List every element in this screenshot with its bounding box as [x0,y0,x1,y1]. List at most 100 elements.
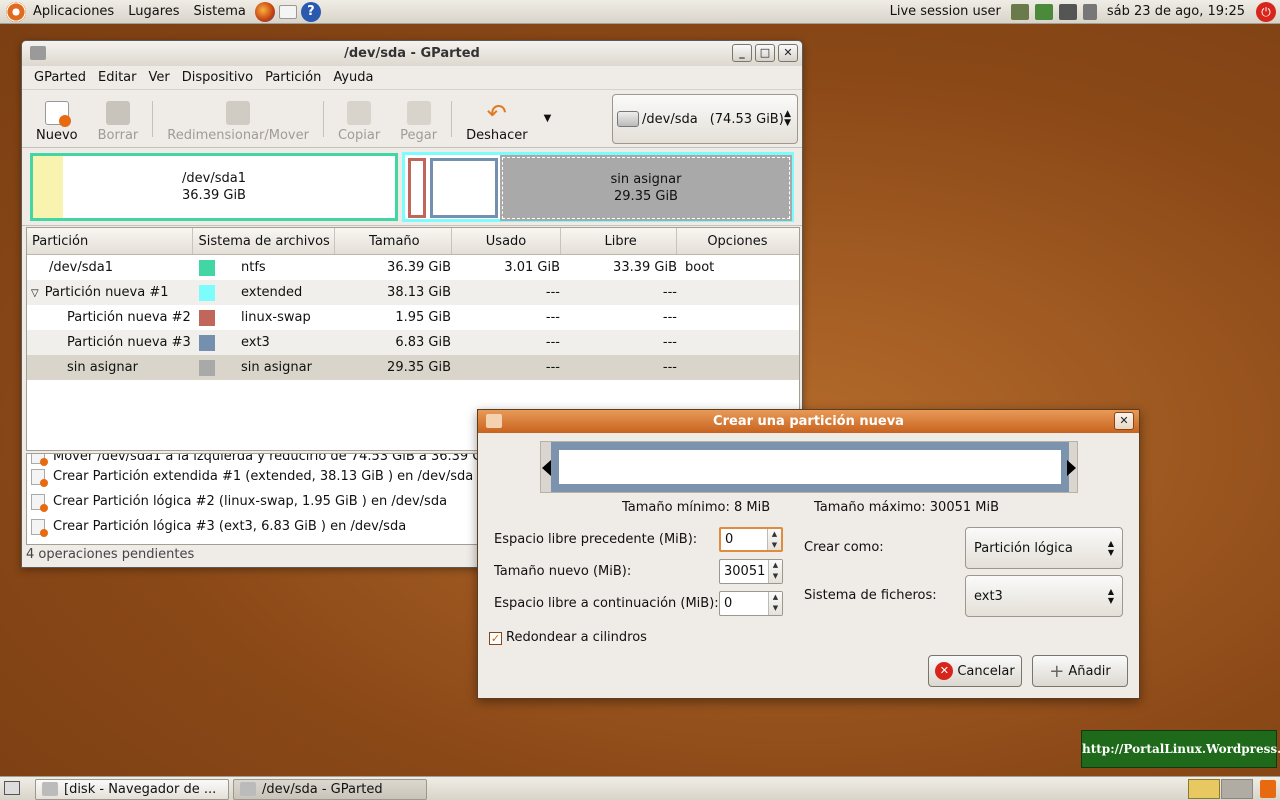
resize-left-handle-icon[interactable] [542,460,551,476]
dialog-menu-icon[interactable] [486,414,502,428]
network-icon[interactable] [1010,3,1029,20]
trash-icon[interactable] [1260,780,1276,798]
diskmap-sda1-name: /dev/sda1 [182,171,246,186]
new-size-spinner[interactable]: 30051 ▲ ▼ [719,559,783,584]
partition-bar[interactable] [551,442,1069,492]
free-before-label: Espacio libre precedente (MiB): [494,532,698,547]
disk-selector[interactable]: /dev/sda (74.53 GiB) ▲ ▼ [612,94,798,144]
cancel-button-label: Cancelar [957,663,1015,679]
col-filesystem[interactable]: Sistema de archivos [193,228,336,254]
diskmap-sda1[interactable]: /dev/sda1 36.39 GiB [30,153,398,221]
table-row[interactable]: Partición nueva #3 ext3 6.83 GiB --- --- [27,330,799,355]
toolbar-overflow-icon[interactable]: ▼ [544,113,552,124]
power-icon[interactable]: ⏻ [1256,1,1276,22]
menu-partition[interactable]: Partición [259,70,327,85]
minimize-button[interactable]: _ [732,44,752,62]
menu-help[interactable]: Ayuda [327,70,379,85]
collapse-triangle-icon[interactable]: ▽ [31,288,39,299]
row-size: 29.35 GiB [387,360,451,375]
battery-icon[interactable] [1034,3,1053,20]
menu-places[interactable]: Lugares [121,4,186,19]
cancel-icon: ✕ [935,662,954,680]
row-partition: Partición nueva #1 [44,285,169,300]
task-file-browser[interactable]: [disk - Navegador de ... [35,779,229,800]
col-options[interactable]: Opciones [677,228,799,254]
col-partition[interactable]: Partición [27,228,194,254]
diskmap-unallocated-name: sin asignar [610,172,682,187]
resize-button-label: Redimensionar/Mover [167,127,309,143]
bottom-panel: [disk - Navegador de ... /dev/sda - GPar… [0,776,1280,800]
menu-applications[interactable]: Aplicaciones [26,4,121,19]
diskmap-unallocated[interactable]: sin asignar 29.35 GiB [500,155,792,221]
clock[interactable]: sáb 23 de ago, 19:25 [1100,4,1252,19]
round-cylinders-checkbox[interactable]: ✓ [489,632,502,645]
free-before-spinner[interactable]: 0 ▲ ▼ [719,527,783,552]
show-desktop-icon[interactable] [4,781,20,795]
copy-button[interactable]: Copiar [328,95,390,143]
partition-resizer[interactable] [540,441,1078,493]
spinner-arrows-icon[interactable]: ▲ ▼ [768,560,782,583]
round-cylinders-label[interactable]: Redondear a cilindros [506,630,647,645]
paste-button[interactable]: Pegar [390,95,447,143]
toolbar-separator [152,100,154,137]
task-label: /dev/sda - GParted [262,782,383,797]
toolbar: Nuevo Borrar Redimensionar/Mover Copiar … [22,90,802,148]
task-gparted[interactable]: /dev/sda - GParted [233,779,427,800]
close-button[interactable]: ✕ [778,44,798,62]
table-row[interactable]: ▽ Partición nueva #1 extended 38.13 GiB -… [27,280,799,305]
menu-view[interactable]: Ver [143,70,176,85]
operation-icon [31,454,48,466]
gparted-icon [240,782,256,796]
window-menu-icon[interactable] [30,46,46,60]
col-size[interactable]: Tamaño [335,228,452,254]
window-titlebar[interactable]: /dev/sda - GParted _ □ ✕ [22,41,802,66]
new-button[interactable]: Nuevo [26,95,88,143]
free-before-value[interactable]: 0 [721,532,767,547]
create-as-combo[interactable]: Partición lógica ▲ ▼ [965,527,1123,569]
operation-text: Crear Partición extendida #1 (extended, … [53,469,474,484]
row-used: 3.01 GiB [504,260,560,275]
maximize-button[interactable]: □ [755,44,775,62]
free-after-spinner[interactable]: 0 ▲ ▼ [719,591,783,616]
ubuntu-logo-icon[interactable] [6,1,26,22]
fs-color-swatch [199,259,215,276]
spinner-arrows-icon[interactable]: ▲ ▼ [767,529,781,550]
workspace-2-icon[interactable] [1221,779,1253,799]
resize-right-handle-icon[interactable] [1067,460,1076,476]
session-user[interactable]: Live session user [883,4,1008,19]
free-after-value[interactable]: 0 [720,596,768,611]
filesystem-combo[interactable]: ext3 ▲ ▼ [965,575,1123,617]
table-row[interactable]: Partición nueva #2 linux-swap 1.95 GiB -… [27,305,799,330]
create-as-value: Partición lógica [974,540,1073,556]
menu-system[interactable]: Sistema [187,4,253,19]
menu-edit[interactable]: Editar [92,70,143,85]
menu-gparted[interactable]: GParted [28,70,92,85]
table-row[interactable]: /dev/sda1 ntfs 36.39 GiB 3.01 GiB 33.39 … [27,255,799,280]
spinner-arrows-icon[interactable]: ▲ ▼ [768,592,782,615]
help-icon[interactable]: ? [300,1,321,22]
combo-arrows-icon: ▲ ▼ [1107,539,1114,557]
col-used[interactable]: Usado [452,228,561,254]
resize-move-button[interactable]: Redimensionar/Mover [157,95,319,143]
volume-icon[interactable] [1082,3,1097,20]
diskmap-swap[interactable] [408,158,426,218]
dialog-close-button[interactable]: ✕ [1114,412,1134,430]
new-size-value[interactable]: 30051 [720,564,768,579]
firefox-icon[interactable] [254,1,275,22]
undo-button[interactable]: ↶ Deshacer [456,95,537,143]
workspace-1-icon[interactable] [1188,779,1220,799]
diskmap-ext3[interactable] [430,158,498,218]
menu-device[interactable]: Dispositivo [176,70,259,85]
add-button[interactable]: + Añadir [1032,655,1128,687]
cancel-button[interactable]: ✕ Cancelar [928,655,1022,687]
fs-color-swatch [199,334,215,351]
display-icon[interactable] [1058,3,1077,20]
col-free[interactable]: Libre [561,228,678,254]
undo-button-label: Deshacer [466,127,528,143]
dialog-titlebar[interactable]: Crear una partición nueva ✕ [478,410,1139,433]
disk-name: /dev/sda [642,111,698,127]
table-row-selected[interactable]: sin asignar sin asignar 29.35 GiB --- --… [27,355,799,380]
row-partition: Partición nueva #2 [67,310,191,325]
mail-icon[interactable] [278,4,297,19]
delete-button[interactable]: Borrar [88,95,149,143]
